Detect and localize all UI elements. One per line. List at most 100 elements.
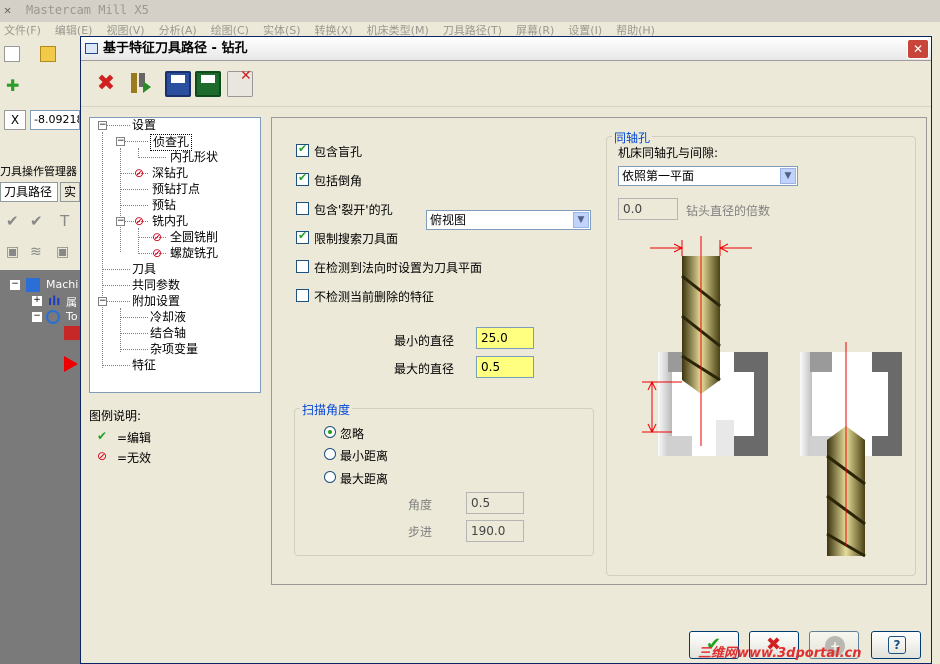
set-plane-checkbox[interactable] <box>296 260 309 273</box>
no-delete-checkbox[interactable] <box>296 289 309 302</box>
detect-holes-panel: 包含盲孔 包括倒角 包含'裂开'的孔 俯视图 ▼ 限制搜索刀具面 在检测到法向时… <box>271 117 927 585</box>
app-title-bar: ✕ Mastercam Mill X5 <box>0 0 940 22</box>
include-split-label: 包含'裂开'的孔 <box>314 203 393 217</box>
legend-title: 图例说明: <box>89 409 142 423</box>
tool-icon[interactable] <box>125 71 151 97</box>
app-title: Mastercam Mill X5 <box>26 3 149 17</box>
tree-machine[interactable]: Machi <box>46 278 78 291</box>
collapse-icon[interactable]: − <box>116 217 125 226</box>
set-plane-label: 在检测到法向时设置为刀具平面 <box>314 261 483 275</box>
feature-drill-dialog: 基于特征刀具路径 - 钻孔 ✕ ✖ ✕ − − − − 设置 侦查孔 内孔形状 … <box>80 36 932 664</box>
add-point-icon[interactable]: ✚ <box>6 76 19 95</box>
dialog-toolbar: ✖ ✕ <box>81 61 931 107</box>
tree-item-pre-drill-spot[interactable]: 预钻打点 <box>152 182 200 197</box>
tree-item-deep-drill[interactable]: 深钻孔 <box>152 166 188 181</box>
scan-max-distance-radio[interactable] <box>324 471 336 483</box>
tree-item-axis-combo[interactable]: 结合轴 <box>150 326 186 341</box>
scan-step-input[interactable]: 190.0 <box>466 520 524 542</box>
min-diameter-input[interactable]: 25.0 <box>476 327 534 349</box>
tree-item-full-circle-mill[interactable]: 全圆铣削 <box>170 230 218 245</box>
help-button[interactable]: ? <box>871 631 921 659</box>
tab-toolpaths[interactable]: 刀具路径 <box>0 182 58 202</box>
scan-angle-title: 扫描角度 <box>300 401 353 418</box>
wave-icon[interactable]: ≋ <box>30 244 42 260</box>
select-all-icon[interactable]: ✔ <box>6 212 19 230</box>
scan-ignore-label: 忽略 <box>340 427 365 441</box>
coord-x-icon[interactable]: X <box>4 110 26 130</box>
new-file-icon[interactable] <box>4 46 20 62</box>
delete-settings-icon[interactable]: ✕ <box>227 68 253 97</box>
tree-item-common-params[interactable]: 共同参数 <box>132 278 180 293</box>
invalid-icon: ⊘ <box>152 230 163 244</box>
scan-min-distance-radio[interactable] <box>324 448 336 460</box>
limit-search-checkbox[interactable] <box>296 229 309 244</box>
include-split-checkbox[interactable] <box>296 202 309 215</box>
regen-icon[interactable]: T <box>60 212 69 230</box>
tree-item-misc-values[interactable]: 杂项变量 <box>150 342 198 357</box>
tree-item-hole-shape[interactable]: 内孔形状 <box>170 150 218 165</box>
min-diameter-label: 最小的直径 <box>394 334 455 348</box>
expand-icon[interactable]: + <box>32 296 42 306</box>
chevron-down-icon[interactable]: ▼ <box>780 168 796 184</box>
include-chamfer-checkbox[interactable] <box>296 171 309 186</box>
scan-max-distance-label: 最大距离 <box>340 472 389 486</box>
scan-step-label: 步进 <box>408 525 433 539</box>
tree-item-detect-holes[interactable]: 侦查孔 <box>150 134 193 151</box>
properties-icon: ılı <box>48 294 61 308</box>
include-chamfer-label: 包括倒角 <box>314 174 363 188</box>
coord-input[interactable]: -8.09218 <box>30 110 80 130</box>
scan-angle-group <box>294 408 594 556</box>
tree-item-helix-mill[interactable]: 螺旋铣孔 <box>170 246 218 261</box>
lock-icon[interactable]: ▣ <box>6 244 19 260</box>
expand-icon[interactable]: − <box>10 280 20 290</box>
scan-angle-input[interactable]: 0.5 <box>466 492 524 514</box>
open-file-icon[interactable] <box>40 46 56 62</box>
dialog-title-bar: 基于特征刀具路径 - 钻孔 <box>81 37 931 61</box>
tree-item-coolant[interactable]: 冷却液 <box>150 310 186 325</box>
expand-icon[interactable]: − <box>32 312 42 322</box>
save-as-icon[interactable] <box>195 71 221 97</box>
clear-icon[interactable]: ✖ <box>93 71 119 97</box>
tree-item-tool[interactable]: 刀具 <box>132 262 156 277</box>
manager-title: 刀具操作管理器 <box>0 165 77 178</box>
collapse-icon[interactable]: − <box>116 137 125 146</box>
coaxial-label: 机床同轴孔与间隙: <box>618 146 719 160</box>
close-button[interactable]: ✕ <box>907 39 929 59</box>
no-delete-label: 不检测当前删除的特征 <box>314 290 435 304</box>
dialog-window-icon <box>85 43 98 54</box>
coaxial-select[interactable]: 依照第一平面 ▼ <box>618 166 798 186</box>
dialog-title: 基于特征刀具路径 - 钻孔 <box>103 41 248 56</box>
mastercam-logo-icon: ✕ <box>4 3 12 17</box>
max-diameter-input[interactable]: 0.5 <box>476 356 534 378</box>
menu-item[interactable]: 文件(F) <box>4 24 41 37</box>
tree-item-feature[interactable]: 特征 <box>132 358 156 373</box>
coaxial-multiple-input[interactable]: 0.0 <box>618 198 678 220</box>
lock-2-icon[interactable]: ▣ <box>56 244 69 260</box>
tree-item-pre-drill[interactable]: 预钻 <box>152 198 176 213</box>
invalid-icon: ⊘ <box>134 214 145 228</box>
tree-properties[interactable]: 属 <box>66 294 77 310</box>
tree-toolpath-group[interactable]: To <box>66 310 78 323</box>
legend-invalid-label: =无效 <box>117 451 152 465</box>
scan-min-distance-label: 最小距离 <box>340 449 389 463</box>
invalid-icon: ⊘ <box>134 166 145 180</box>
settings-tree: − − − − 设置 侦查孔 内孔形状 ⊘ 深钻孔 预钻打点 预钻 ⊘ 铣内孔 … <box>89 117 261 393</box>
scan-angle-label: 角度 <box>408 498 433 512</box>
scan-ignore-radio[interactable] <box>324 426 336 438</box>
tab-solids[interactable]: 实 <box>60 182 80 202</box>
app-right-edge <box>932 40 940 664</box>
split-view-select[interactable]: 俯视图 ▼ <box>426 210 591 230</box>
chevron-down-icon[interactable]: ▼ <box>573 212 589 228</box>
include-blind-checkbox[interactable] <box>296 142 309 157</box>
tree-item-extra-settings[interactable]: 附加设置 <box>132 294 180 309</box>
split-view-value: 俯视图 <box>430 213 467 227</box>
collapse-icon[interactable]: − <box>98 121 107 130</box>
collapse-icon[interactable]: − <box>98 297 107 306</box>
tree-item-mill-hole[interactable]: 铣内孔 <box>152 214 188 229</box>
legend-edit-label: =编辑 <box>117 431 152 445</box>
toolpath-group-icon <box>46 310 60 324</box>
select-invalid-icon[interactable]: ✔ <box>30 212 43 230</box>
save-icon[interactable] <box>165 71 191 97</box>
tree-item-settings[interactable]: 设置 <box>132 118 156 133</box>
help-icon: ? <box>888 636 906 654</box>
